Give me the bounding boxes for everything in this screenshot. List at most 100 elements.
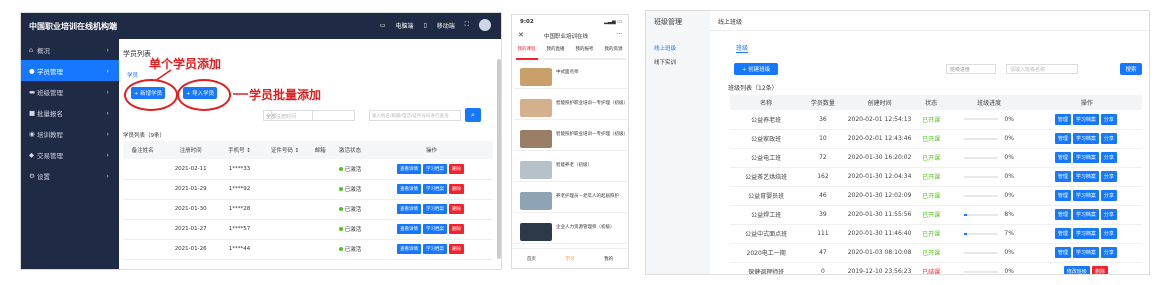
p3-sidebar: 班级管理 线上班级 线下实训 (646, 11, 710, 274)
course-icon: ◉ (29, 129, 35, 138)
progress-bar (964, 175, 999, 178)
share-button[interactable]: 分享 (1100, 133, 1117, 144)
view-detail-button[interactable]: 查看详情 (397, 244, 422, 254)
sidebar-item[interactable]: ■ 批量报名 › (21, 102, 119, 123)
p3-side-item[interactable]: 线下实训 (646, 55, 710, 69)
course-item[interactable]: 智能养老（初级） (514, 158, 628, 182)
search-button[interactable]: 搜索 (1120, 63, 1142, 75)
share-button[interactable]: 分享 (1100, 247, 1117, 258)
tab-class[interactable]: 班级 (736, 43, 749, 53)
sidebar-item[interactable]: ● 学员管理 › (21, 60, 119, 81)
sidebar-item[interactable]: ◉ 培训教程 › (21, 123, 119, 144)
column-header: 备注姓名 (123, 141, 163, 159)
sidebar-item[interactable]: ▬ 班级管理 › (21, 81, 119, 102)
mobile-tab[interactable]: 我的直播 (541, 43, 570, 55)
tab-students[interactable]: 学员 (127, 71, 138, 79)
class-search-input[interactable]: 请输入班级名称 (1006, 64, 1078, 74)
scrollbar[interactable] (497, 59, 501, 259)
email-cell (310, 179, 330, 200)
desktop-link[interactable]: 电脑端 (395, 21, 413, 30)
progress-filter-select[interactable]: 班级进度 (946, 64, 996, 74)
study-record-button[interactable]: 学习档案 (1072, 152, 1099, 163)
create-class-button[interactable]: + 创建班级 (734, 63, 778, 75)
view-detail-button[interactable]: 查看详情 (397, 163, 422, 174)
study-record-button[interactable]: 学习档案 (1072, 113, 1099, 125)
sidebar-item-label: 批量报名 (37, 109, 63, 118)
manage-button[interactable]: 管理 (1054, 247, 1071, 258)
study-record-button[interactable]: 学习档案 (423, 244, 448, 254)
view-detail-button[interactable]: 查看详情 (397, 224, 422, 234)
progress-track (516, 58, 626, 60)
id-cell (259, 239, 311, 260)
course-item[interactable]: 养老护理员—老年人的起居照护 (514, 189, 628, 213)
study-record-button[interactable]: 学习档案 (423, 204, 448, 214)
mobile-link[interactable]: 移动端 (437, 21, 455, 30)
course-item[interactable]: 智能照护职业培训—专护理（初级） (514, 127, 628, 151)
study-record-button[interactable]: 学习档案 (1072, 133, 1099, 144)
study-record-button[interactable]: 学习档案 (1072, 209, 1099, 220)
share-button[interactable]: 分享 (1100, 209, 1117, 220)
manage-button[interactable]: 管理 (1054, 190, 1071, 201)
delete-button[interactable]: 删除 (449, 224, 465, 234)
manage-button[interactable]: 管理 (1054, 171, 1071, 182)
sidebar-item[interactable]: ⌂ 概况 › (21, 39, 119, 60)
desktop-icon[interactable]: ▭ (380, 22, 386, 29)
delete-button[interactable]: 删除 (449, 204, 465, 214)
study-record-button[interactable]: 学习档案 (1072, 171, 1099, 182)
mobile-icon[interactable]: ▯ (423, 22, 426, 29)
sidebar-item[interactable]: ⚙ 设置 › (21, 165, 119, 186)
study-record-button[interactable]: 学习档案 (1072, 228, 1099, 239)
manage-button[interactable]: 管理 (1054, 152, 1071, 163)
mobile-tab[interactable]: 我的课程 (512, 43, 541, 55)
share-button[interactable]: 分享 (1100, 152, 1117, 163)
status-dot (338, 187, 343, 191)
bottom-nav-item[interactable]: 学习 (565, 256, 574, 262)
edit-class-button[interactable]: 修改班级 (1063, 266, 1090, 274)
progress-value: 0% (1004, 173, 1014, 180)
study-record-button[interactable]: 学习档案 (423, 163, 448, 174)
delete-button[interactable]: 删除 (449, 163, 465, 174)
view-detail-button[interactable]: 查看详情 (397, 184, 422, 194)
bottom-nav-item[interactable]: 我的 (604, 256, 613, 262)
progress-cell: 0% (946, 110, 1032, 130)
status-badge: 已开课 (915, 148, 947, 168)
created-time: 2020-01-30 11:55:56 (843, 205, 916, 225)
mobile-tab[interactable]: 我的资源 (599, 43, 628, 55)
search-icon[interactable]: ⌕ (465, 108, 481, 122)
email-cell (310, 199, 330, 220)
date-filter-input[interactable]: 注册时间 (271, 110, 355, 121)
actions-cell: 管理 学习档案 分享 (1031, 205, 1142, 225)
share-button[interactable]: 分享 (1100, 171, 1117, 182)
close-icon[interactable]: ✕ (518, 31, 524, 39)
delete-button[interactable]: 删除 (1091, 266, 1108, 274)
avatar[interactable] (479, 19, 491, 31)
share-button[interactable]: 分享 (1100, 228, 1117, 239)
delete-button[interactable]: 删除 (449, 244, 465, 254)
share-button[interactable]: 分享 (1100, 190, 1117, 201)
more-icon[interactable]: ··· (616, 31, 622, 38)
course-item[interactable]: 企业人力资源管理师（初级） (514, 220, 628, 244)
p3-side-item[interactable]: 线上班级 (646, 41, 710, 55)
bottom-nav-item[interactable]: 首页 (527, 256, 536, 262)
student-count: 111 (802, 224, 844, 244)
delete-button[interactable]: 删除 (449, 184, 465, 194)
search-input[interactable]: 输入姓名/邮箱/电话/证件号码进行查询 (369, 110, 461, 121)
course-item[interactable]: 智能照护职业培训—专护理（初级） (514, 96, 628, 120)
manage-button[interactable]: 管理 (1054, 228, 1071, 239)
manage-button[interactable]: 管理 (1054, 133, 1071, 144)
fullscreen-icon[interactable]: ⛶ (465, 21, 469, 29)
actions-cell: 管理 学习档案 分享 (1031, 186, 1142, 206)
progress-cell: 8% (946, 205, 1032, 225)
date-cell: 2021-01-26 (162, 239, 220, 260)
manage-button[interactable]: 管理 (1054, 113, 1071, 125)
view-detail-button[interactable]: 查看详情 (397, 204, 422, 214)
share-button[interactable]: 分享 (1100, 113, 1117, 125)
course-item[interactable]: 中式面点师 (514, 65, 628, 89)
sidebar-item[interactable]: ◆ 交易管理 › (21, 144, 119, 165)
study-record-button[interactable]: 学习档案 (1072, 247, 1099, 258)
study-record-button[interactable]: 学习档案 (423, 224, 448, 234)
study-record-button[interactable]: 学习档案 (423, 184, 448, 194)
mobile-tab[interactable]: 我的报考 (570, 43, 599, 55)
manage-button[interactable]: 管理 (1054, 209, 1071, 220)
study-record-button[interactable]: 学习档案 (1072, 190, 1099, 201)
